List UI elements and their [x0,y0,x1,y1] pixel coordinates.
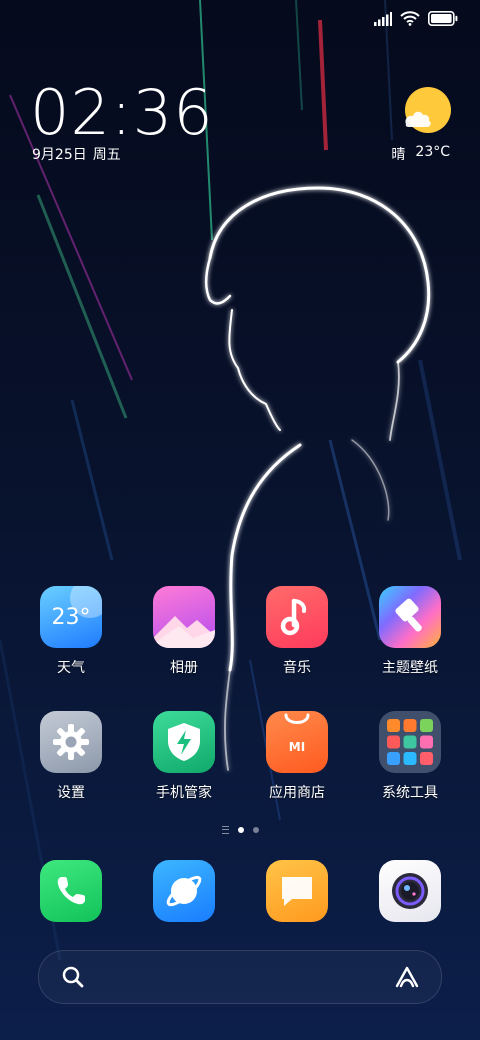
app-security[interactable]: 手机管家 [128,711,240,802]
page-dot[interactable] [252,827,259,833]
signal-bars-icon [374,11,392,30]
wifi-icon [400,10,420,30]
app-label: 系统工具 [382,785,438,801]
browser-planet-icon [153,860,215,922]
camera-lens-icon [379,860,441,922]
app-music[interactable]: 音乐 [241,586,353,677]
weekday-text: 周五 [92,147,121,163]
app-settings[interactable]: 设置 [15,711,127,802]
app-label: 应用商店 [269,785,325,801]
gear-icon [40,711,102,773]
status-bar [374,10,458,30]
app-store[interactable]: MI 应用商店 [241,711,353,802]
date-text: 9月25日 [32,147,87,163]
search-icon[interactable] [61,965,85,993]
clock-time[interactable]: 02:36 [30,78,214,148]
security-shield-icon [153,711,215,773]
message-bubble-icon [266,860,328,922]
themes-app-icon [379,586,441,648]
dock-phone[interactable] [15,860,127,922]
app-gallery[interactable]: 相册 [128,586,240,677]
app-themes[interactable]: 主题壁纸 [354,586,466,677]
assistant-icon[interactable] [393,965,421,993]
gallery-app-icon [153,586,215,648]
dock-browser[interactable] [128,860,240,922]
weather-condition: 晴 [391,147,406,163]
app-label: 设置 [57,785,85,801]
page-dot-active[interactable] [237,827,244,833]
menu-lines-icon [221,826,229,834]
dock-camera[interactable] [354,860,466,922]
weather-info[interactable]: 晴 23°C [391,144,450,164]
weather-temperature: 23°C [415,144,450,160]
battery-icon [428,10,458,30]
page-indicator[interactable] [0,826,480,834]
music-app-icon [266,586,328,648]
phone-icon [40,860,102,922]
app-label: 主题壁纸 [382,660,438,676]
weather-app-icon: 23° [40,586,102,648]
sun-cloud-icon[interactable] [400,86,452,138]
clock-date[interactable]: 9月25日 周五 [32,144,121,164]
app-label: 天气 [57,660,85,676]
app-label: 手机管家 [156,785,212,801]
app-weather[interactable]: 23° 天气 [15,586,127,677]
folder-icon [379,711,441,773]
search-bar[interactable] [38,950,442,1004]
app-folder-system-tools[interactable]: 系统工具 [354,711,466,802]
app-label: 音乐 [283,660,311,676]
dock-messages[interactable] [241,860,353,922]
app-store-bag-icon: MI [266,711,328,773]
app-label: 相册 [170,660,198,676]
